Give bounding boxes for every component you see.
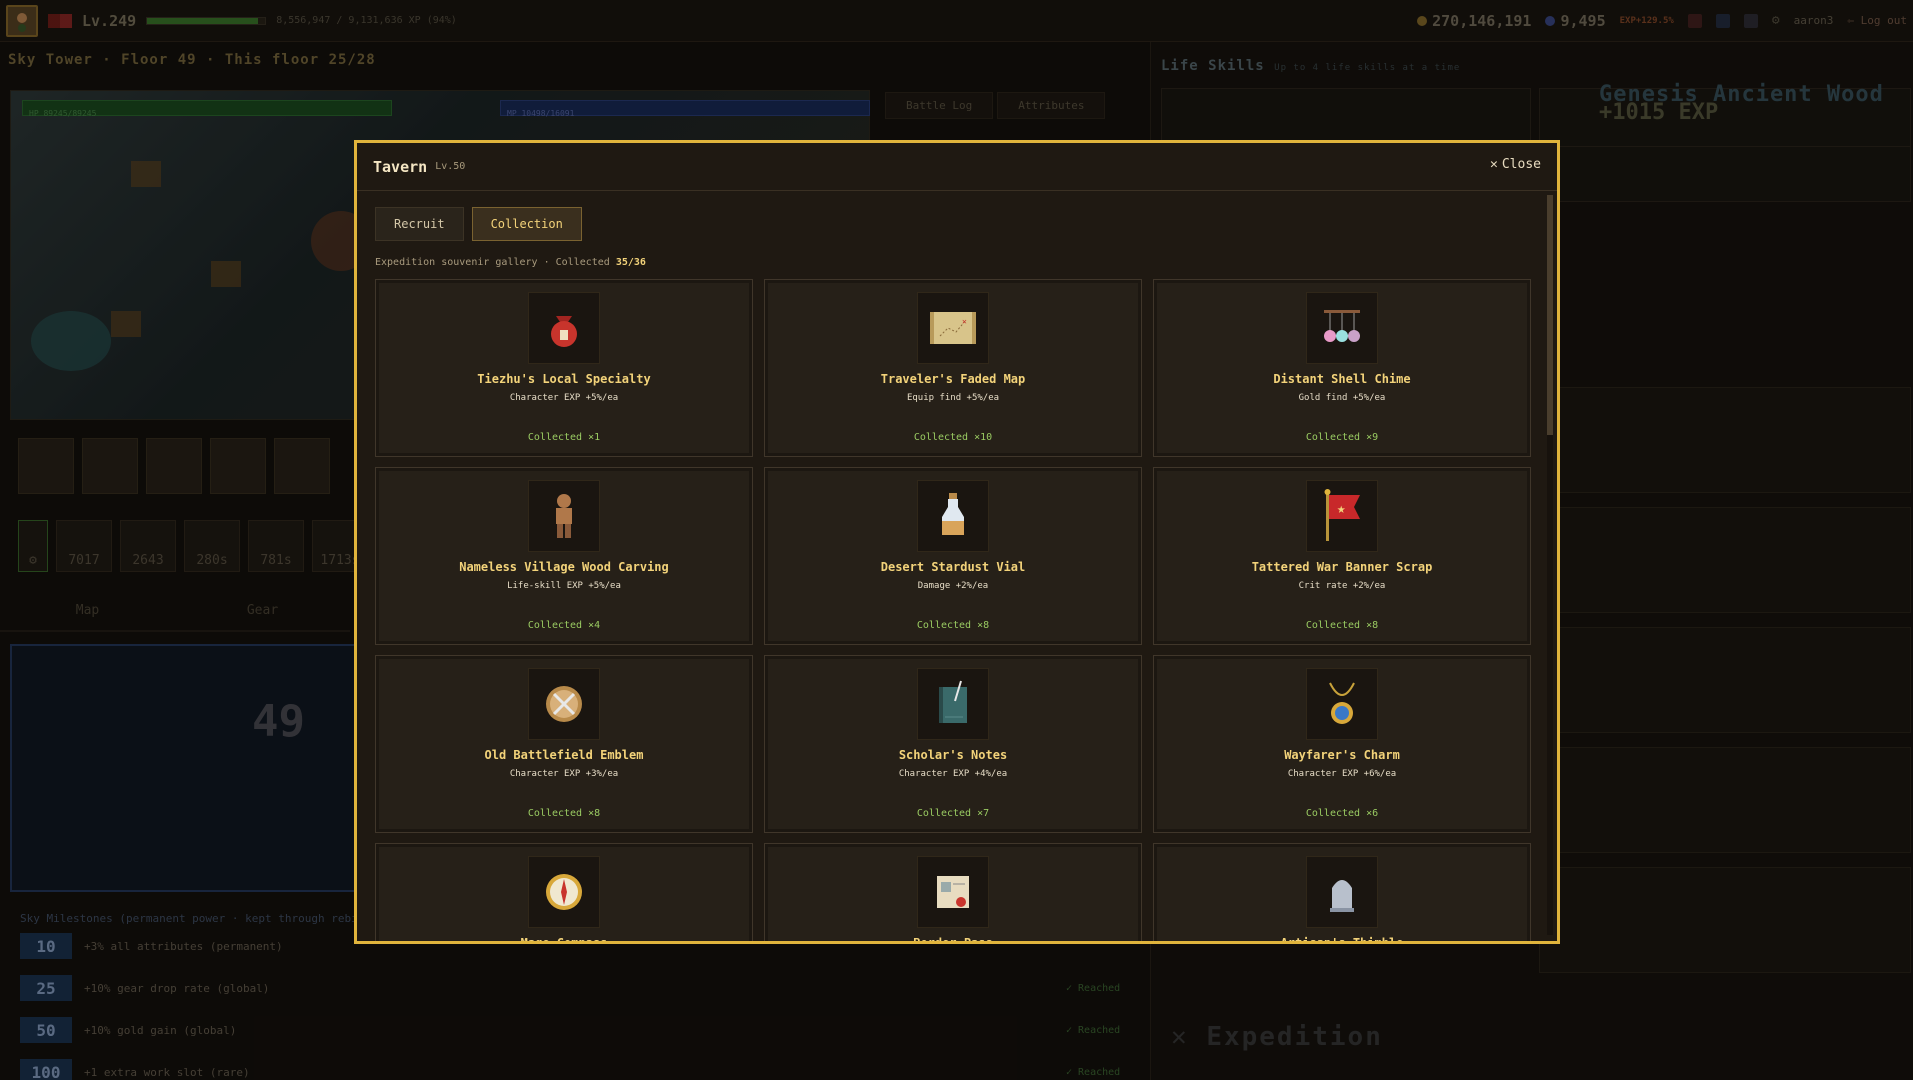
thimble-icon xyxy=(1306,856,1378,928)
collection-count: Collected ×4 xyxy=(527,620,601,631)
collection-name: Desert Stardust Vial xyxy=(880,560,1026,574)
map-icon: ✕ xyxy=(917,292,989,364)
modal-header: Tavern Lv.50 ✕ Close xyxy=(357,143,1557,191)
collection-card[interactable]: Desert Stardust Vial Damage +2%/ea Collect… xyxy=(764,467,1142,645)
collection-card[interactable]: Tiezhu's Local Specialty Character EXP +5… xyxy=(375,279,753,457)
collection-name: Wayfarer's Charm xyxy=(1284,748,1400,762)
close-button[interactable]: ✕ Close xyxy=(1490,157,1541,172)
carving-icon xyxy=(528,480,600,552)
close-icon: ✕ xyxy=(1490,157,1498,172)
chime-icon xyxy=(1306,292,1378,364)
collection-card[interactable]: Nameless Village Wood Carving Life-skill … xyxy=(375,467,753,645)
vial-icon xyxy=(917,480,989,552)
collection-count: Collected ×9 xyxy=(1305,432,1379,443)
collection-name: Scholar's Notes xyxy=(898,748,1008,762)
collection-grid: Tiezhu's Local Specialty Character EXP +5… xyxy=(375,279,1531,944)
collection-count: Collected ×8 xyxy=(916,620,990,631)
collection-card[interactable]: Border Pass xyxy=(764,843,1142,944)
collection-count: Collected ×6 xyxy=(1305,808,1379,819)
tavern-modal: Tavern Lv.50 ✕ Close Recruit Collection … xyxy=(354,140,1560,944)
collection-effect: Character EXP +3%/ea xyxy=(509,769,619,779)
svg-text:✕: ✕ xyxy=(962,317,967,326)
collection-name: Tattered War Banner Scrap xyxy=(1251,560,1433,574)
collection-card[interactable]: Old Battlefield Emblem Character EXP +3%/… xyxy=(375,655,753,833)
collection-card[interactable]: Artisan's Thimble xyxy=(1153,843,1531,944)
collection-name: Border Pass xyxy=(913,936,993,944)
collection-count: Collected ×7 xyxy=(916,808,990,819)
emblem-icon xyxy=(528,668,600,740)
collection-effect: Damage +2%/ea xyxy=(917,581,989,591)
collection-card[interactable]: ★ Tattered War Banner Scrap Crit rate +2%/… xyxy=(1153,467,1531,645)
collection-effect: Character EXP +4%/ea xyxy=(898,769,1008,779)
pass-icon xyxy=(917,856,989,928)
tab-recruit[interactable]: Recruit xyxy=(375,207,464,241)
collection-name: Artisan's Thimble xyxy=(1280,936,1404,944)
collection-count: Collected ×8 xyxy=(1305,620,1379,631)
collection-card[interactable]: Wayfarer's Charm Character EXP +6%/ea Coll… xyxy=(1153,655,1531,833)
collection-effect: Equip find +5%/ea xyxy=(906,393,1000,403)
collection-effect: Gold find +5%/ea xyxy=(1298,393,1386,403)
modal-tabs: Recruit Collection xyxy=(375,207,582,241)
collection-card[interactable]: Distant Shell Chime Gold find +5%/ea Colle… xyxy=(1153,279,1531,457)
collection-name: Distant Shell Chime xyxy=(1273,372,1411,386)
collection-card[interactable]: Mage Compass xyxy=(375,843,753,944)
svg-text:★: ★ xyxy=(1337,501,1346,517)
notes-icon xyxy=(917,668,989,740)
collection-name: Traveler's Faded Map xyxy=(880,372,1026,386)
collection-count: Collected ×1 xyxy=(527,432,601,443)
collection-name: Mage Compass xyxy=(520,936,608,944)
gallery-note: Expedition souvenir gallery · Collected … xyxy=(375,257,646,268)
collection-count: Collected ×10 xyxy=(913,432,993,443)
collection-name: Nameless Village Wood Carving xyxy=(459,560,669,574)
tab-collection[interactable]: Collection xyxy=(471,207,582,241)
collection-card[interactable]: Scholar's Notes Character EXP +4%/ea Colle… xyxy=(764,655,1142,833)
collection-count: Collected ×8 xyxy=(527,808,601,819)
compass-icon xyxy=(528,856,600,928)
banner-icon: ★ xyxy=(1306,480,1378,552)
collection-effect: Life-skill EXP +5%/ea xyxy=(507,581,621,591)
game-app: Lv.249 8,556,947 / 9,131,636 XP (94%) 27… xyxy=(0,0,1913,1080)
collection-effect: Character EXP +5%/ea xyxy=(509,393,619,403)
collection-name: Tiezhu's Local Specialty xyxy=(477,372,651,386)
collection-effect: Crit rate +2%/ea xyxy=(1298,581,1386,591)
collection-effect: Character EXP +6%/ea xyxy=(1287,769,1397,779)
charm-icon xyxy=(1306,668,1378,740)
modal-scrollbar[interactable] xyxy=(1547,195,1553,935)
modal-title: Tavern xyxy=(373,157,428,176)
collection-name: Old Battlefield Emblem xyxy=(484,748,644,762)
tavern-level: Lv.50 xyxy=(435,161,466,172)
pouch-icon xyxy=(528,292,600,364)
collection-card[interactable]: ✕ Traveler's Faded Map Equip find +5%/ea Co… xyxy=(764,279,1142,457)
